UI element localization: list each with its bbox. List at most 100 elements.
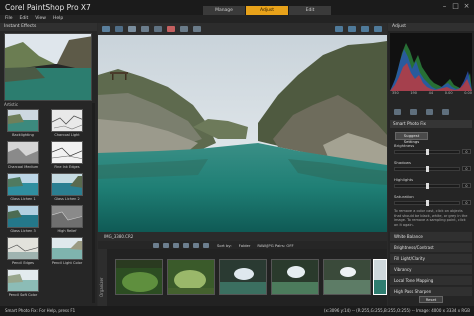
brightness-value[interactable]: 0	[462, 149, 471, 154]
makeover-icon[interactable]	[426, 109, 433, 115]
red-eye-icon[interactable]	[154, 26, 162, 32]
pan-icon[interactable]	[115, 26, 123, 32]
tab-manage[interactable]: Manage	[203, 6, 245, 15]
histogram-value: 190	[410, 91, 418, 95]
section-high-pass-sharpen[interactable]: High Pass Sharpen	[390, 286, 472, 296]
redo-icon[interactable]	[193, 26, 201, 32]
menu-edit[interactable]: Edit	[20, 15, 29, 23]
effect-pencil-edges[interactable]: Pencil Edges	[5, 237, 41, 268]
menu-help[interactable]: Help	[53, 15, 63, 23]
menu-bar: File Edit View Help	[0, 15, 474, 23]
effect-charcoal-medium[interactable]: Charcoal Medium	[5, 141, 41, 172]
effect-pencil-soft-color[interactable]: Pencil Soft Color	[5, 269, 41, 300]
section-white-balance[interactable]: White Balance	[390, 231, 472, 241]
section-vibrancy[interactable]: Vibrancy	[390, 264, 472, 274]
left-panel-scrollbar[interactable]	[92, 103, 95, 303]
raw-jpg-filter[interactable]: RAW/JPG Pairs: OFF	[257, 243, 293, 248]
rotate-icon[interactable]	[167, 26, 175, 32]
effect-label: High Relief	[57, 229, 77, 233]
close-icon[interactable]: ×	[462, 2, 471, 10]
red-eye-icon[interactable]	[410, 109, 417, 115]
effect-backlighting[interactable]: Backlighting	[5, 109, 41, 140]
filename-label: IMG_3380.CR2	[104, 234, 134, 239]
menu-file[interactable]: File	[5, 15, 13, 23]
tab-adjust[interactable]: Adjust	[246, 6, 288, 15]
section-local-tone-mapping[interactable]: Local Tone Mapping	[390, 275, 472, 285]
clone-icon[interactable]	[442, 109, 449, 115]
film-thumb[interactable]	[271, 259, 319, 295]
saturation-slider[interactable]	[394, 200, 460, 206]
map-icon[interactable]	[173, 242, 179, 248]
effect-fine-ink-edges[interactable]: Fine Ink Edges	[49, 141, 85, 172]
saturation-label: Saturation	[394, 194, 414, 199]
film-thumb-selected[interactable]	[373, 259, 387, 295]
effect-thumb	[51, 141, 83, 164]
suggest-settings-button[interactable]: Suggest Settings	[395, 132, 428, 144]
effect-label: Pencil Soft Color	[8, 293, 38, 297]
effect-group-label: Artistic	[4, 102, 19, 107]
slider-knob[interactable]	[426, 149, 429, 155]
tab-edit[interactable]: Edit	[289, 6, 331, 15]
smart-photo-fix-icon[interactable]	[394, 109, 401, 115]
section-fill-light-clarity[interactable]: Fill Light/Clarity	[390, 253, 472, 263]
effect-pencil-light-color[interactable]: Pencil Light Color	[49, 237, 85, 268]
filmstrip-panel: IMG_3380.CR2 Sort by: Folder RAW/JPG Pai…	[98, 232, 387, 306]
highlights-label: Highlights	[394, 177, 414, 182]
zoom-icon[interactable]	[102, 26, 110, 32]
main-image[interactable]	[98, 35, 387, 232]
film-thumb[interactable]	[323, 259, 371, 295]
fit-window-icon[interactable]	[335, 26, 343, 32]
reset-button[interactable]: Reset	[419, 296, 443, 303]
film-thumb[interactable]	[219, 259, 267, 295]
smart-photo-fix-header[interactable]: Smart Photo Fix	[390, 120, 472, 128]
status-image-info: (x:3096 y:14) -- (R:255,G:255,B:255,O:25…	[323, 308, 470, 313]
shadows-slider[interactable]	[394, 166, 460, 172]
thumbnail-view-icon[interactable]	[153, 242, 159, 248]
view-options-icon[interactable]	[374, 26, 382, 32]
highlights-value[interactable]: 0	[462, 183, 471, 188]
adjust-tool-icons	[388, 106, 474, 118]
crop-icon[interactable]	[128, 26, 136, 32]
menu-view[interactable]: View	[35, 15, 46, 23]
undo-icon[interactable]	[180, 26, 188, 32]
saturation-value[interactable]: 0	[462, 200, 471, 205]
slider-knob[interactable]	[426, 166, 429, 172]
film-thumb[interactable]	[115, 259, 163, 295]
brightness-slider[interactable]	[394, 149, 460, 155]
actual-size-icon[interactable]	[348, 26, 356, 32]
effect-label: Backlighting	[12, 133, 34, 137]
sort-select[interactable]: Folder	[239, 243, 251, 248]
effect-label: Glass Lichen 2	[54, 197, 80, 201]
effect-glass-lichen-3[interactable]: Glass Lichen 3	[5, 205, 41, 236]
window-controls: – □ ×	[438, 2, 471, 10]
share-icon[interactable]	[203, 242, 209, 248]
section-brightness-contrast[interactable]: Brightness/Contrast	[390, 242, 472, 252]
effect-thumb	[7, 237, 39, 260]
effect-label: Fine Ink Edges	[54, 165, 80, 169]
slider-knob[interactable]	[426, 200, 429, 206]
star-rating-icon[interactable]	[183, 242, 189, 248]
minimize-icon[interactable]: –	[440, 2, 449, 10]
effect-label: Charcoal Medium	[7, 165, 39, 169]
film-thumb[interactable]	[167, 259, 215, 295]
effect-thumb	[7, 141, 39, 164]
shadows-value[interactable]: 0	[462, 166, 471, 171]
slider-knob[interactable]	[426, 183, 429, 189]
app-title: Corel PaintShop Pro X7	[5, 3, 91, 12]
effect-thumb	[7, 205, 39, 228]
title-bar: Corel PaintShop Pro X7 Manage Adjust Edi…	[0, 0, 474, 15]
effect-glass-lichen-2[interactable]: Glass Lichen 2	[49, 173, 85, 204]
tag-icon[interactable]	[193, 242, 199, 248]
organizer-tab[interactable]: Organizer	[98, 249, 107, 306]
details-view-icon[interactable]	[163, 242, 169, 248]
straighten-icon[interactable]	[141, 26, 149, 32]
adjust-panel: Adjust 350 190 44 0.00 0.00 Smart Photo …	[388, 23, 474, 306]
maximize-icon[interactable]: □	[451, 2, 460, 10]
effect-thumb	[7, 109, 39, 132]
effect-high-relief[interactable]: High Relief	[49, 205, 85, 236]
effect-charcoal-light[interactable]: Charcoal Light	[49, 109, 85, 140]
histogram-value: 350	[392, 91, 399, 95]
effect-glass-lichen-1[interactable]: Glass Lichen 1	[5, 173, 41, 204]
fullscreen-icon[interactable]	[361, 26, 369, 32]
highlights-slider[interactable]	[394, 183, 460, 189]
